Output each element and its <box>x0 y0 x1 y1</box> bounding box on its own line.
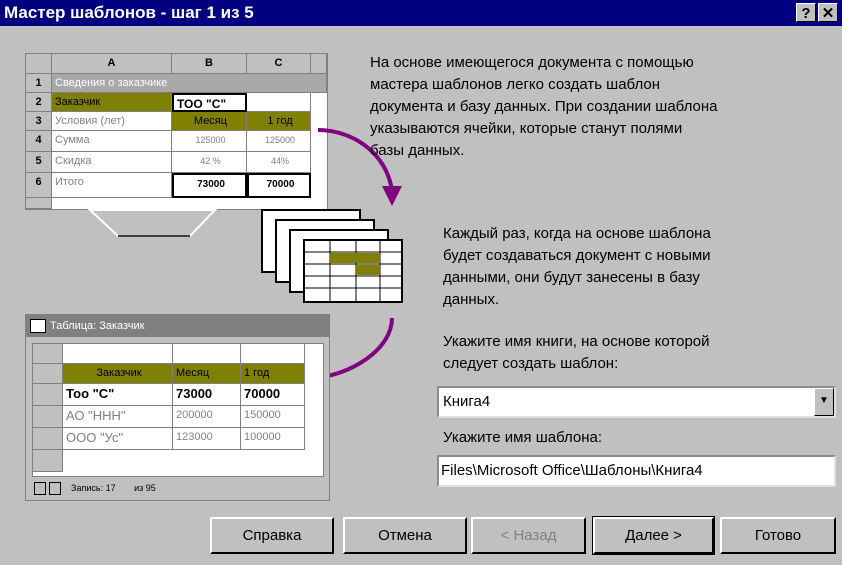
label-line: следует создать шаблон: <box>443 355 619 372</box>
table-cell: АО "ННН" <box>63 406 173 428</box>
table-cell: 200000 <box>173 406 241 428</box>
table-cell: ООО "Ус" <box>63 428 173 450</box>
table-header-cell: 1 год <box>241 364 305 384</box>
table-cell: 100000 <box>241 428 305 450</box>
record-total: из 95 <box>134 483 156 493</box>
table-cell: Тоо "С" <box>63 384 173 406</box>
label-line: Укажите имя книги, на основе которой <box>443 333 710 350</box>
nav-prev-icon <box>48 482 61 496</box>
record-selector <box>33 428 63 450</box>
description-line: данных. <box>443 291 500 308</box>
table-header-cell: Заказчик <box>63 364 173 384</box>
next-button[interactable]: Далее > <box>592 516 715 555</box>
workbook-select[interactable]: Книга4 ▼ <box>437 386 836 418</box>
table-header-cell: Месяц <box>173 364 241 384</box>
description-line: документа и базу данных. При создании ша… <box>370 98 718 115</box>
table-cell: 70000 <box>241 384 305 406</box>
table-cell <box>173 344 241 364</box>
record-selector <box>33 384 63 406</box>
description-paragraph-1: На основе имеющегося документа с помощью… <box>370 52 717 162</box>
finish-button[interactable]: Готово <box>720 517 836 554</box>
template-name-label: Укажите имя шаблона: <box>443 429 603 446</box>
description-paragraph-2: Каждый раз, когда на основе шаблона буде… <box>443 223 711 311</box>
table-cell: 150000 <box>241 406 305 428</box>
table-cell <box>63 344 173 364</box>
table-grid: Заказчик Месяц 1 год Тоо "С" 73000 70000… <box>32 343 324 477</box>
funnel-shape <box>87 209 218 237</box>
table-window-title: Таблица: Заказчик <box>26 315 329 337</box>
record-selector <box>33 450 63 472</box>
workbook-select-value: Книга4 <box>443 393 491 410</box>
table-cell: 73000 <box>173 384 241 406</box>
record-selector <box>33 344 63 364</box>
workbook-label: Укажите имя книги, на основе которой сле… <box>443 331 710 375</box>
table-icon <box>30 319 46 334</box>
table-cell: 123000 <box>173 428 241 450</box>
record-counter: Запись: 17 <box>71 483 116 493</box>
nav-first-icon <box>34 482 46 496</box>
help-button[interactable]: Справка <box>210 517 334 554</box>
cancel-button[interactable]: Отмена <box>343 517 467 554</box>
record-navigator: Запись: 17 из 95 <box>32 481 322 496</box>
description-line: На основе имеющегося документа с помощью <box>370 54 694 71</box>
template-name-input[interactable]: Files\Microsoft Office\Шаблоны\Книга4 <box>437 455 836 487</box>
description-line: мастера шаблонов легко создать шаблон <box>370 76 661 93</box>
description-line: указываются ячейки, которые станут полям… <box>370 120 683 137</box>
description-line: будет создаваться документ с новыми <box>443 247 711 264</box>
back-button[interactable]: < Назад <box>471 517 586 554</box>
record-selector <box>33 364 63 384</box>
record-selector <box>33 406 63 428</box>
chevron-down-icon[interactable]: ▼ <box>814 388 834 416</box>
description-line: базы данных. <box>370 142 465 159</box>
table-title-text: Таблица: Заказчик <box>50 320 145 332</box>
table-cell <box>241 344 305 364</box>
illustration-table-window: Таблица: Заказчик Заказчик Месяц 1 год Т… <box>25 314 330 501</box>
description-line: данными, они будут занесены в базу <box>443 269 700 286</box>
description-line: Каждый раз, когда на основе шаблона <box>443 225 711 242</box>
